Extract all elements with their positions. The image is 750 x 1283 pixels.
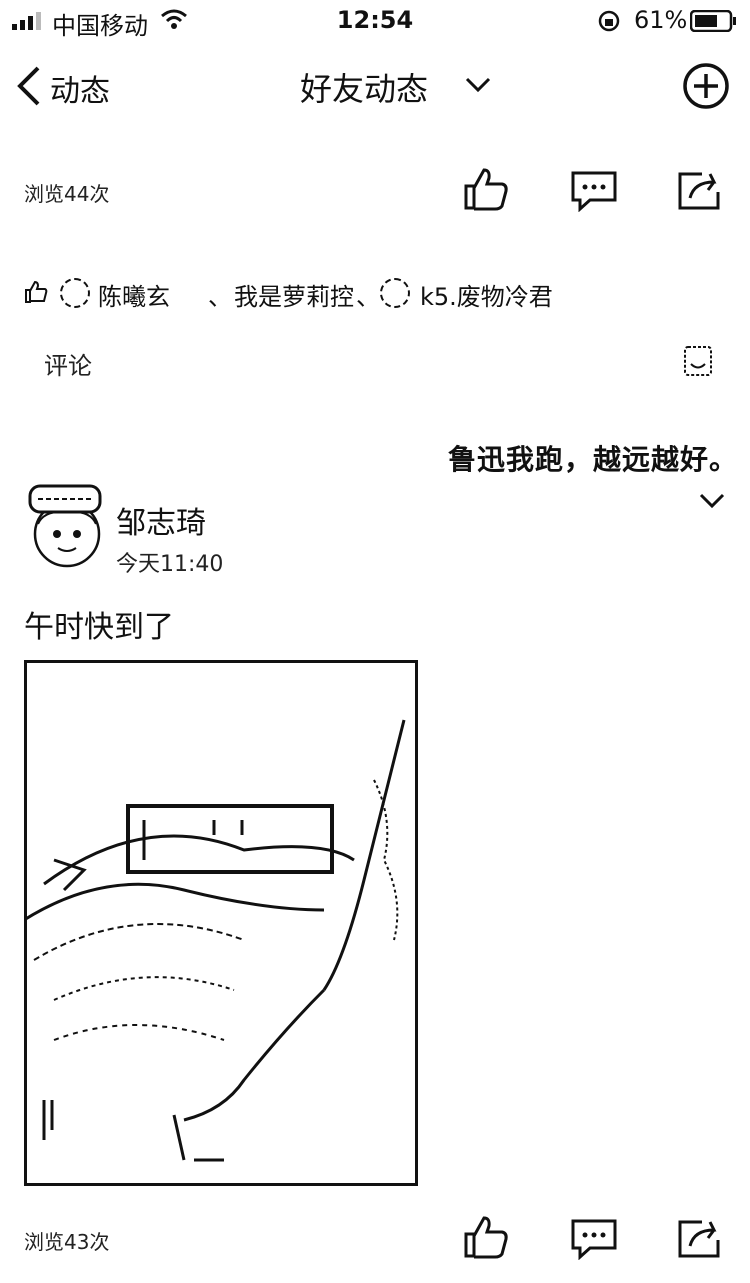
- like-button[interactable]: [462, 166, 510, 212]
- battery-percent: 61%: [634, 6, 688, 34]
- name-separator: 、: [356, 283, 380, 311]
- chevron-left-icon: [17, 66, 40, 106]
- author-name[interactable]: 邹志琦: [116, 498, 206, 542]
- like-button[interactable]: [462, 1214, 510, 1260]
- view-count: 浏览44次: [24, 182, 110, 206]
- back-button[interactable]: 动态: [14, 60, 124, 110]
- nav-bar: 动态 好友动态: [0, 52, 750, 118]
- back-label: 动态: [50, 74, 110, 109]
- user-signature: 鲁迅我跑，越远越好。: [448, 443, 739, 476]
- page-title: 好友动态: [300, 70, 429, 108]
- author-avatar[interactable]: [24, 484, 110, 570]
- battery-icon: [690, 10, 736, 32]
- comment-button[interactable]: [570, 1218, 618, 1260]
- cut-off-text: [24, 122, 174, 132]
- post-options-chevron-icon[interactable]: [698, 492, 726, 510]
- orientation-lock-icon: [598, 10, 620, 32]
- status-bar: 中国移动 12:54 61%: [0, 0, 750, 40]
- name-separator: 、: [208, 283, 232, 311]
- avatar[interactable]: [380, 278, 410, 308]
- likes-row: 陈曦玄 、 我是萝莉控 、 k5.废物冷君: [24, 276, 724, 312]
- chevron-down-icon: [465, 77, 491, 93]
- avatar[interactable]: [60, 278, 90, 308]
- liker-name[interactable]: 我是萝莉控: [234, 277, 354, 312]
- comment-button[interactable]: [570, 170, 618, 212]
- post-text: 午时快到了: [24, 610, 174, 645]
- liker-name[interactable]: 陈曦玄: [98, 277, 170, 312]
- liker-name[interactable]: k5.废物冷君: [420, 277, 553, 312]
- share-button[interactable]: [676, 1216, 724, 1260]
- comment-input[interactable]: 评论: [44, 346, 92, 381]
- share-button[interactable]: [676, 168, 724, 212]
- like-small-icon: [25, 280, 48, 303]
- post-time: 今天11:40: [116, 552, 224, 577]
- emoji-icon[interactable]: [682, 344, 714, 378]
- feed-filter-dropdown[interactable]: 好友动态: [300, 62, 500, 112]
- view-count: 浏览43次: [24, 1230, 110, 1254]
- add-post-button[interactable]: [682, 62, 730, 110]
- post-photo[interactable]: [24, 660, 418, 1186]
